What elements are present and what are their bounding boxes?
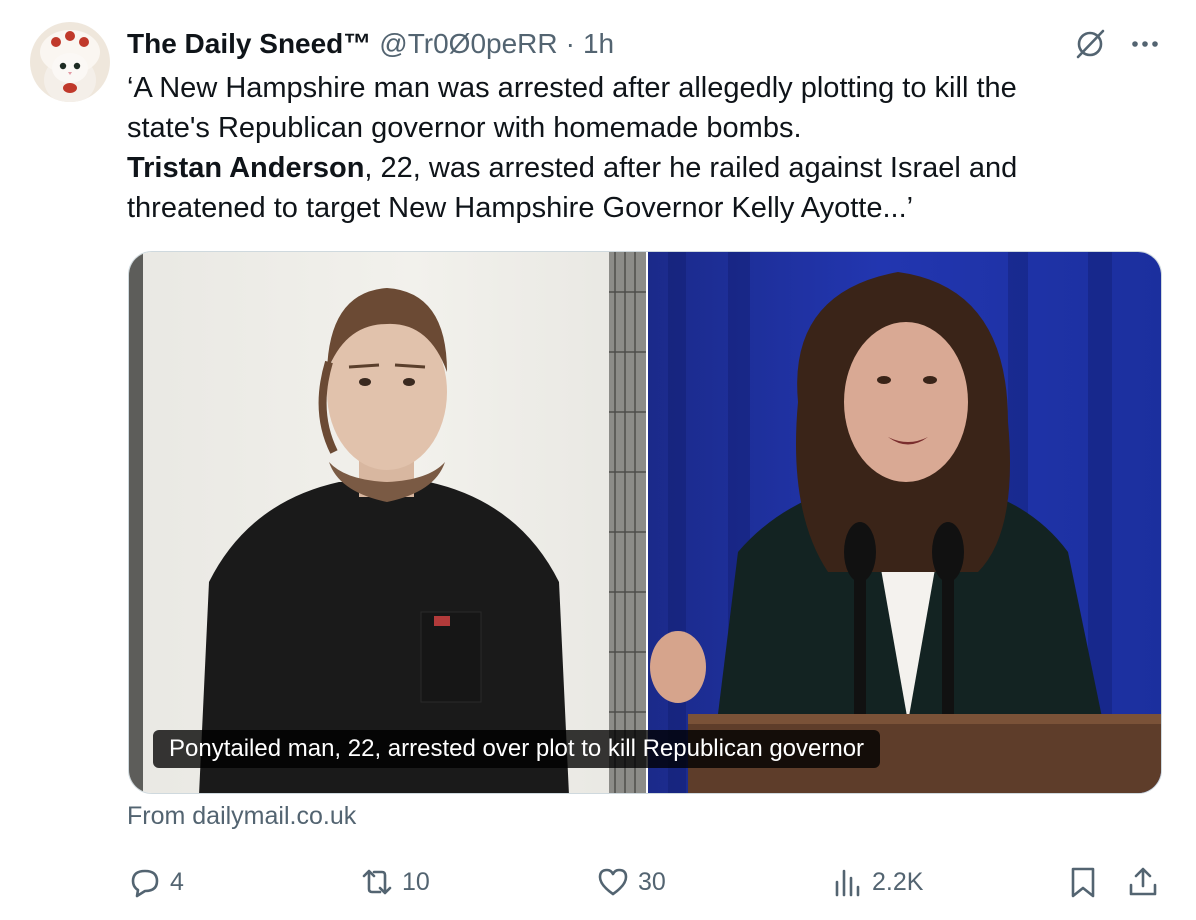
reply-count: 4 [170, 867, 184, 896]
grok-icon[interactable] [1072, 26, 1108, 62]
reply-icon [131, 869, 159, 898]
bold-name: Tristan Anderson [127, 152, 365, 184]
repost-button[interactable]: 10 [360, 860, 430, 904]
repost-icon [362, 869, 392, 895]
bookmark-icon [1071, 867, 1095, 898]
more-icon[interactable] [1128, 30, 1162, 58]
views-icon [835, 869, 860, 897]
tweet-text-line: ‘A New Hampshire man was arrested after … [127, 72, 1017, 104]
photo-mugshot [129, 252, 646, 793]
header-separator: · [565, 28, 575, 59]
views-count: 2.2K [872, 867, 924, 896]
reply-button[interactable]: 4 [128, 860, 184, 904]
repost-count: 10 [402, 867, 430, 896]
tweet-text-fragment: , 22, was arrested after he railed again… [364, 152, 1018, 184]
bookmark-button[interactable] [1066, 860, 1100, 904]
card-caption: Ponytailed man, 22, arrested over plot t… [153, 730, 881, 768]
like-count: 30 [638, 867, 666, 896]
photo-governor [648, 252, 1161, 793]
heart-icon [598, 868, 628, 896]
card-source[interactable]: From dailymail.co.uk [127, 802, 356, 831]
avatar[interactable] [30, 22, 110, 102]
views-button[interactable]: 2.2K [830, 860, 923, 904]
like-button[interactable]: 30 [596, 860, 666, 904]
tweet-header: The Daily Sneed™ @Tr0Ø0peRR · 1h [127, 26, 614, 62]
tweet-timestamp[interactable]: 1h [583, 28, 614, 60]
display-name[interactable]: The Daily Sneed™ [127, 28, 371, 60]
tweet-text-line: threatened to target New Hampshire Gover… [127, 192, 914, 224]
link-card[interactable]: Ponytailed man, 22, arrested over plot t… [128, 251, 1162, 794]
tweet-text-line: state's Republican governor with homemad… [127, 112, 802, 144]
avatar-cat-image [40, 30, 100, 102]
share-button[interactable] [1126, 860, 1160, 904]
user-handle[interactable]: @Tr0Ø0peRR [379, 28, 557, 60]
action-bar: 4 10 30 2.2K [0, 860, 1196, 904]
share-icon [1129, 867, 1157, 896]
tweet-text-line: Tristan Anderson, 22, was arrested after… [127, 148, 1167, 188]
tweet-text: ‘A New Hampshire man was arrested after … [127, 68, 1167, 228]
